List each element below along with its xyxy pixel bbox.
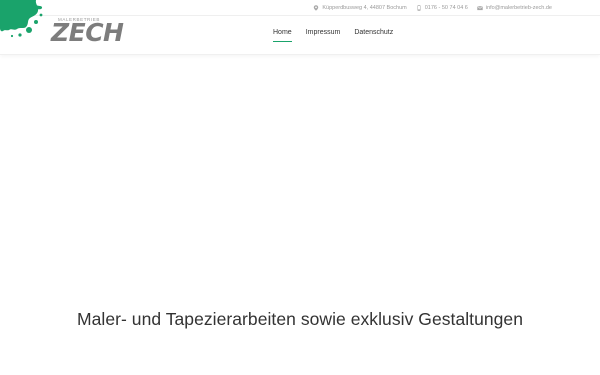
site-logo[interactable]: MALERBETRIEB ZECH <box>0 0 124 66</box>
envelope-icon <box>477 5 483 11</box>
nav-active-indicator <box>273 41 292 42</box>
main-nav: Home Impressum Datenschutz <box>266 28 400 42</box>
nav-item-home[interactable]: Home <box>266 28 299 42</box>
contact-info: Küpperdbusweg 4, 44807 Bochum 0176 - 50 … <box>313 3 552 13</box>
nav-item-label: Datenschutz <box>354 29 394 36</box>
phone-icon <box>416 5 422 11</box>
site-header: MALERBETRIEB ZECH Home Impressum Datensc… <box>0 0 600 55</box>
email-text[interactable]: info@malerbetrieb-zech.de <box>486 5 552 11</box>
nav-item-datenschutz[interactable]: Datenschutz <box>347 28 400 38</box>
nav-item-label: Impressum <box>305 29 341 36</box>
nav-item-impressum[interactable]: Impressum <box>299 28 348 38</box>
address-text: Küpperdbusweg 4, 44807 Bochum <box>322 5 407 11</box>
logo-wordmark: ZECH <box>51 18 124 47</box>
nav-item-label: Home <box>273 29 292 36</box>
address-item: Küpperdbusweg 4, 44807 Bochum <box>313 5 407 11</box>
phone-item[interactable]: 0176 - 50 74 04 6 <box>416 5 468 11</box>
page: Küpperdbusweg 4, 44807 Bochum 0176 - 50 … <box>0 0 600 375</box>
map-pin-icon <box>313 5 319 11</box>
phone-text[interactable]: 0176 - 50 74 04 6 <box>425 5 468 11</box>
hero-headline: Maler- und Tapezierarbeiten sowie exklus… <box>76 309 523 329</box>
email-item[interactable]: info@malerbetrieb-zech.de <box>477 5 552 11</box>
